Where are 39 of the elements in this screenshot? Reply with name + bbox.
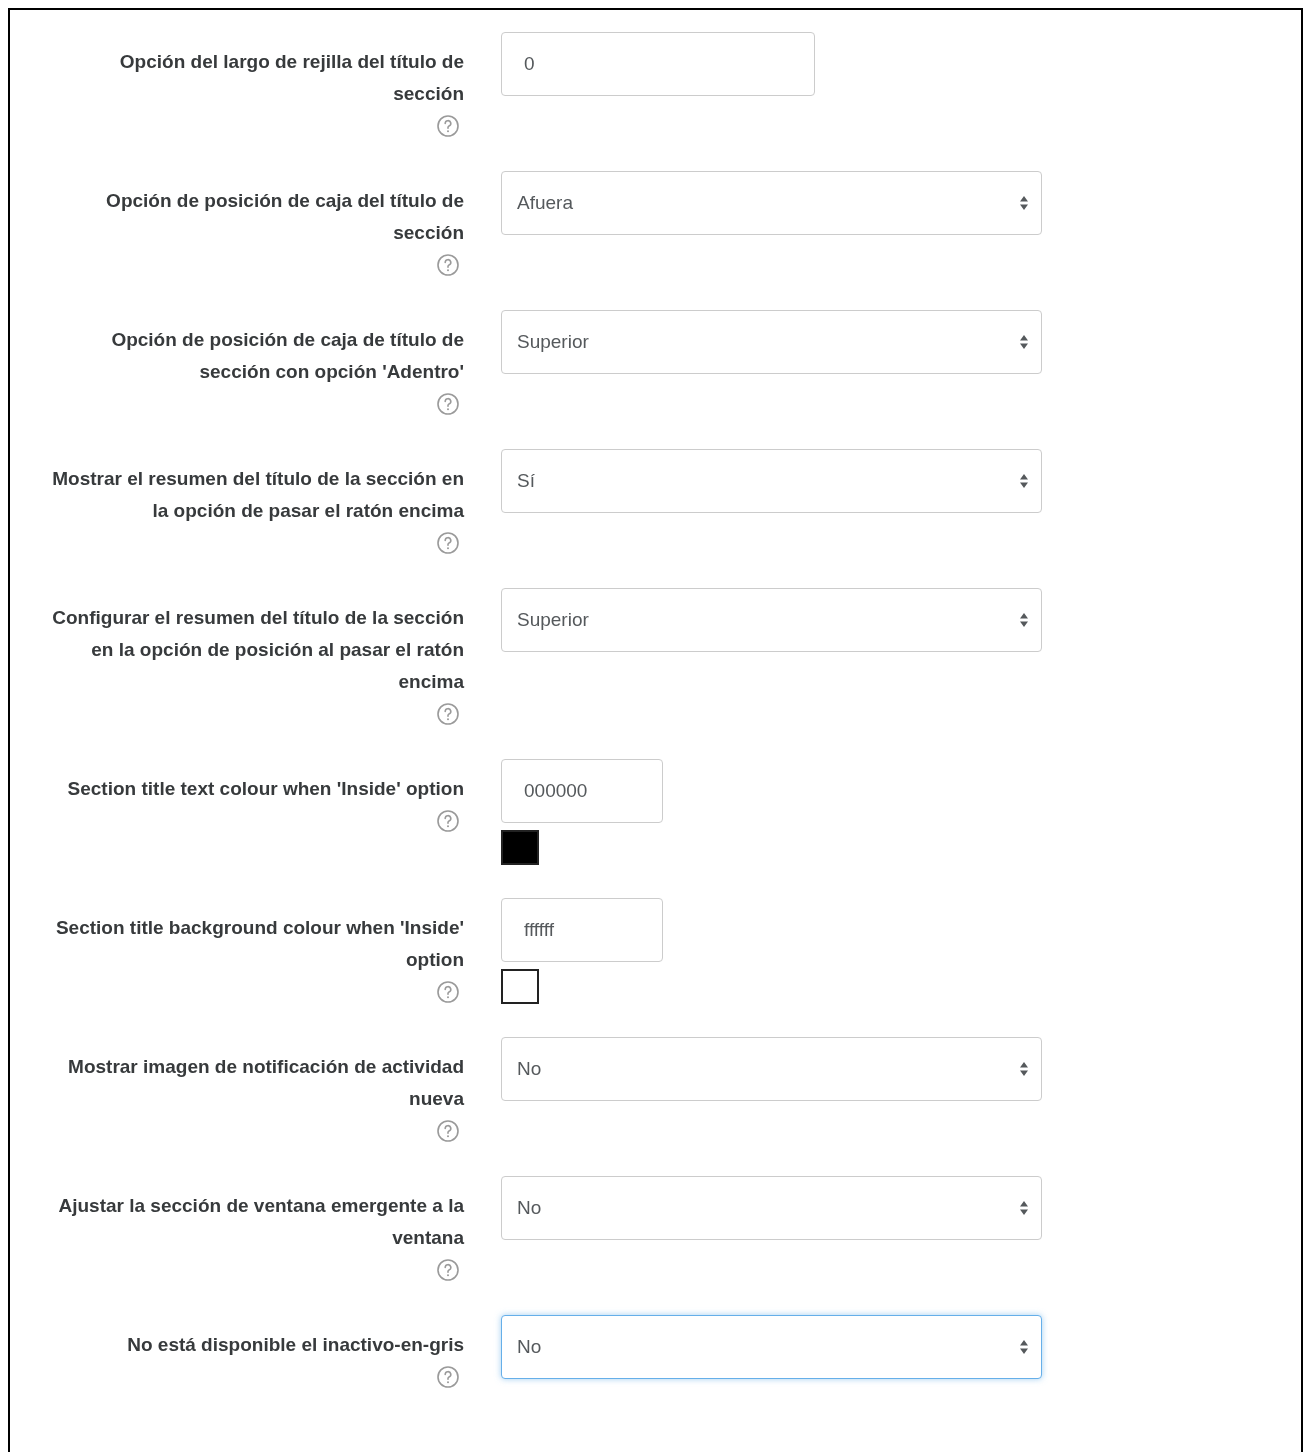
setting-label: Mostrar el resumen del título de la sección en la opción de pasar el ratón encima [51,467,464,523]
setting-label: Opción del largo de rejilla del título de sección [118,50,464,106]
color-input-field[interactable]: ffffff [501,898,663,962]
select-dropdown[interactable]: Superior [501,310,1042,374]
up-down-caret-icon [1019,612,1029,628]
setting-label: Section title text colour when 'Inside' option [67,777,464,801]
setting-label: Ajustar la sección de ventana emergente a la ventana [57,1194,464,1250]
help-icon[interactable] [436,1365,460,1389]
setting-label: Opción de posición de caja del título de sección [105,189,464,245]
up-down-caret-icon [1019,195,1029,211]
help-icon[interactable] [436,702,460,726]
help-icon[interactable] [436,253,460,277]
select-dropdown[interactable]: No [501,1037,1042,1101]
color-swatch[interactable] [501,969,539,1004]
help-icon[interactable] [436,1119,460,1143]
up-down-caret-icon [1019,1339,1029,1355]
setting-label: Section title background colour when 'Inside' option [54,916,464,972]
select-dropdown[interactable]: Afuera [501,171,1042,235]
help-icon[interactable] [436,809,460,833]
select-dropdown[interactable]: No [501,1315,1042,1379]
help-icon[interactable] [436,114,460,138]
setting-label: Opción de posición de caja de título de sección con opción 'Adentro' [110,328,464,384]
color-input-field[interactable]: 000000 [501,759,663,823]
up-down-caret-icon [1019,473,1029,489]
up-down-caret-icon [1019,1200,1029,1216]
up-down-caret-icon [1019,334,1029,350]
help-icon[interactable] [436,392,460,416]
setting-label: Configurar el resumen del título de la sección en la opción de posición al pasar el ratón encima [51,606,464,694]
color-swatch[interactable] [501,830,539,865]
help-icon[interactable] [436,1258,460,1282]
text-input-field[interactable]: 0 [501,32,815,96]
select-dropdown[interactable]: Sí [501,449,1042,513]
setting-label: No está disponible el inactivo-en-gris [127,1333,464,1357]
up-down-caret-icon [1019,1061,1029,1077]
select-dropdown[interactable]: No [501,1176,1042,1240]
setting-label: Mostrar imagen de notificación de actividad nueva [67,1055,464,1111]
help-icon[interactable] [436,980,460,1004]
help-icon[interactable] [436,531,460,555]
select-dropdown[interactable]: Superior [501,588,1042,652]
